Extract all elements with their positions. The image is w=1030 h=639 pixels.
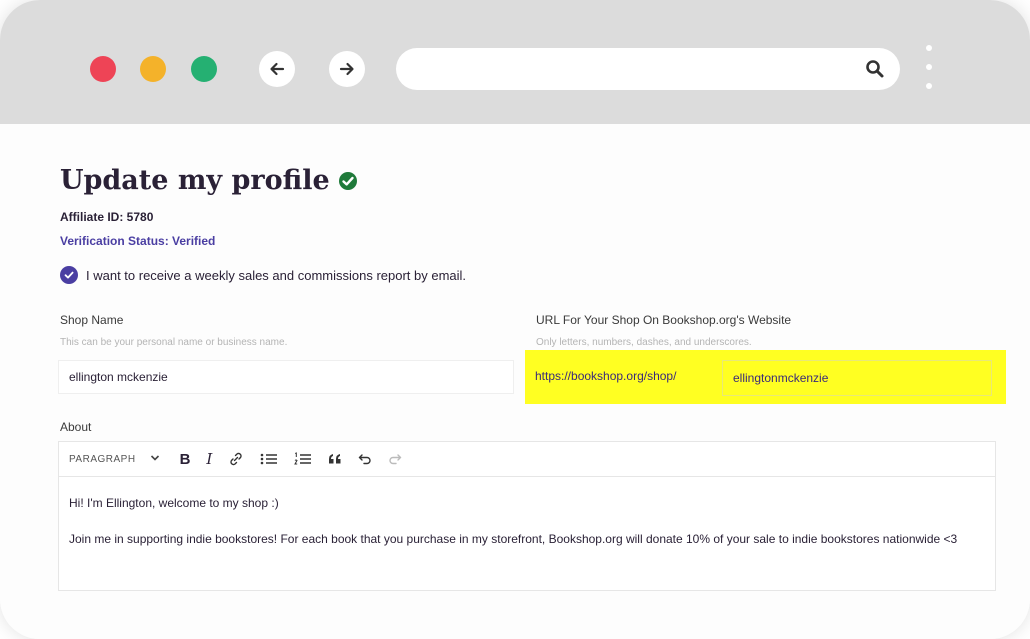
- minimize-window-button[interactable]: [140, 56, 166, 82]
- italic-icon[interactable]: I: [206, 450, 212, 468]
- verified-check-icon: [338, 171, 358, 191]
- search-icon[interactable]: [864, 58, 886, 85]
- quote-icon[interactable]: [328, 453, 342, 465]
- shop-url-prefix: https://bookshop.org/shop/: [535, 369, 677, 383]
- back-button[interactable]: [259, 51, 295, 87]
- page-title: Update my profile: [60, 165, 358, 196]
- back-arrow-icon: [270, 62, 285, 76]
- checkmark-icon: [64, 271, 74, 279]
- shop-name-input[interactable]: ellington mckenzie: [58, 360, 514, 394]
- numbered-list-icon[interactable]: [294, 452, 312, 466]
- maximize-window-button[interactable]: [191, 56, 217, 82]
- shop-name-hint: This can be your personal name or busine…: [60, 337, 288, 348]
- about-paragraph: Hi! I'm Ellington, welcome to my shop :): [69, 496, 279, 510]
- weekly-report-label: I want to receive a weekly sales and com…: [86, 267, 467, 283]
- address-bar[interactable]: [396, 48, 900, 90]
- editor-toolbar: PARAGRAPH B I: [58, 441, 996, 477]
- bullet-list-icon[interactable]: [260, 452, 278, 466]
- page-title-text: Update my profile: [60, 165, 330, 196]
- shop-name-label: Shop Name: [60, 313, 124, 327]
- close-window-button[interactable]: [90, 56, 116, 82]
- weekly-report-option[interactable]: I want to receive a weekly sales and com…: [60, 266, 466, 284]
- chevron-down-icon[interactable]: [150, 454, 160, 465]
- verification-status: Verification Status: Verified: [60, 234, 216, 248]
- format-select[interactable]: PARAGRAPH: [69, 454, 136, 465]
- shop-url-hint: Only letters, numbers, dashes, and under…: [536, 337, 752, 348]
- affiliate-id: Affiliate ID: 5780: [60, 210, 154, 224]
- forward-arrow-icon: [339, 62, 354, 76]
- browser-titlebar: [0, 0, 1030, 124]
- more-menu-icon[interactable]: [925, 45, 933, 97]
- bold-icon[interactable]: B: [180, 451, 191, 468]
- weekly-report-checkbox[interactable]: [60, 266, 78, 284]
- shop-url-label: URL For Your Shop On Bookshop.org's Webs…: [536, 313, 792, 327]
- undo-icon[interactable]: [358, 453, 372, 465]
- browser-window: Update my profile Affiliate ID: 5780 Ver…: [0, 0, 1030, 639]
- link-icon[interactable]: [228, 451, 244, 467]
- forward-button[interactable]: [329, 51, 365, 87]
- about-editor[interactable]: Hi! I'm Ellington, welcome to my shop :)…: [58, 477, 996, 591]
- shop-url-value: ellingtonmckenzie: [733, 371, 829, 385]
- about-label: About: [60, 420, 92, 434]
- about-paragraph: Join me in supporting indie bookstores! …: [69, 532, 958, 546]
- redo-icon[interactable]: [388, 453, 402, 465]
- shop-url-input[interactable]: ellingtonmckenzie: [722, 360, 992, 396]
- shop-name-value: ellington mckenzie: [69, 370, 168, 384]
